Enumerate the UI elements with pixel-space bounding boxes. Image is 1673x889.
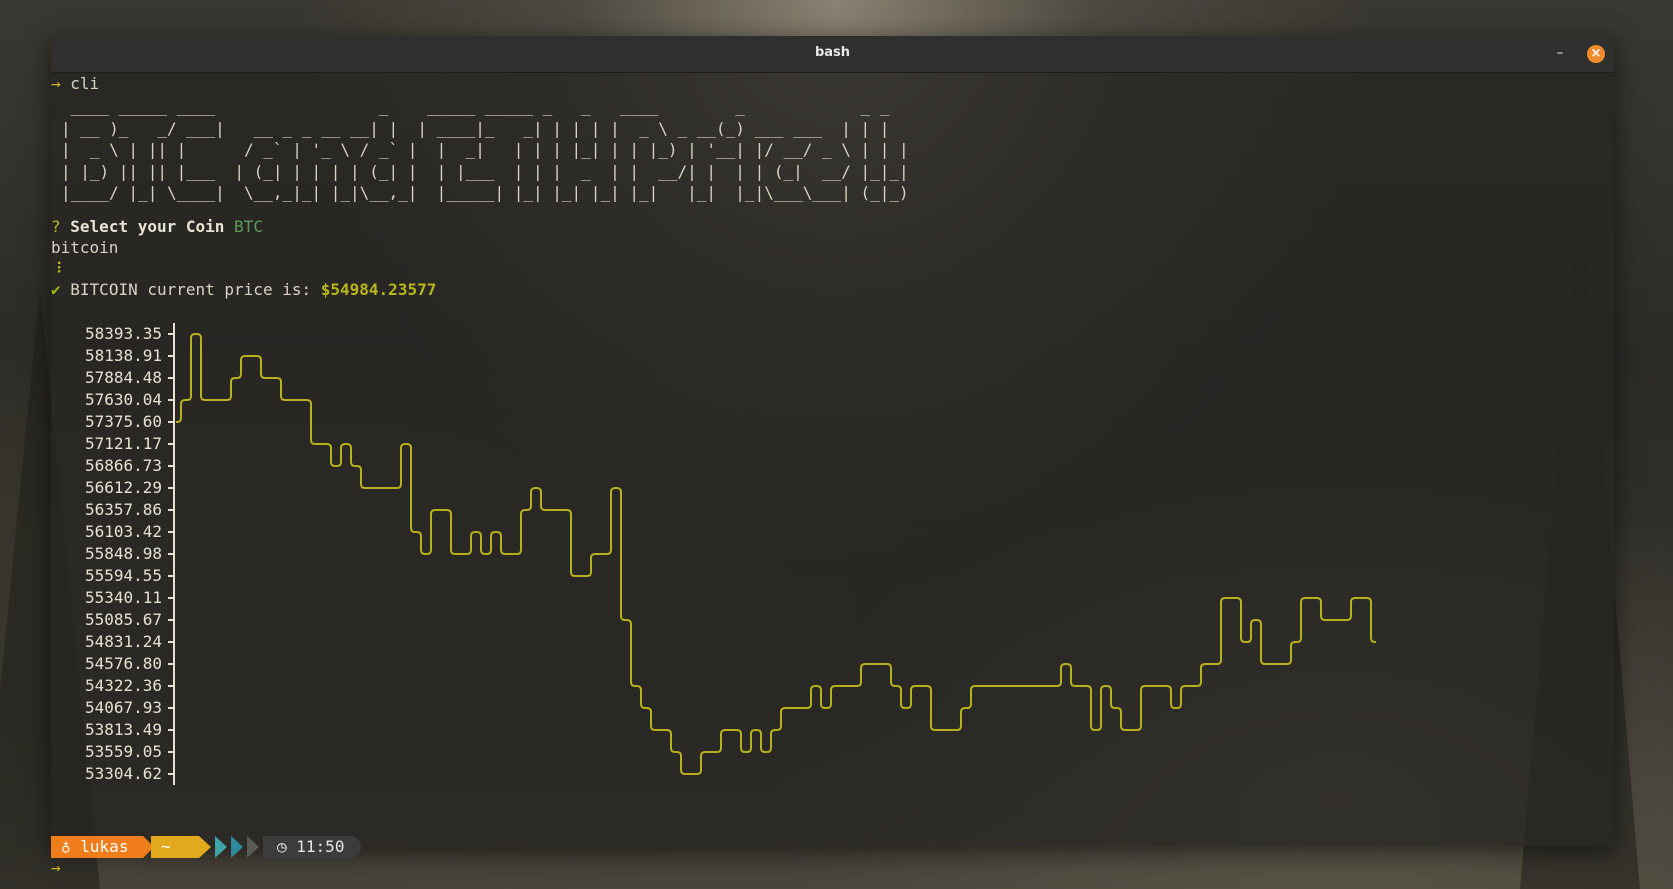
- y-tick-label: 56612.29: [85, 478, 162, 497]
- clock-time: 11:50: [296, 837, 345, 856]
- terminal-window: bash – × → cli ____ _____ ____ _ _____ _…: [51, 36, 1614, 877]
- directory-segment: ~: [151, 836, 199, 858]
- segment-chevron: [231, 836, 243, 858]
- y-tick-label: 56866.73: [85, 456, 162, 475]
- y-tick-label: 57121.17: [85, 434, 162, 453]
- y-tick-label: 54322.36: [85, 676, 162, 695]
- price-series-line: [176, 333, 1376, 775]
- y-tick-label: 56357.86: [85, 500, 162, 519]
- bottom-prompt-arrow-icon: →: [51, 858, 61, 877]
- y-tick-label: 53559.05: [85, 742, 162, 761]
- y-tick-label: 58393.35: [85, 324, 162, 343]
- username: lukas: [80, 837, 129, 856]
- y-tick-label: 54831.24: [85, 632, 162, 651]
- y-tick-label: 57630.04: [85, 390, 162, 409]
- y-tick-label: 53813.49: [85, 720, 162, 739]
- price-chart: 58393.35 58138.91 57884.48 57630.04 57375.60…: [85, 323, 1376, 785]
- y-tick-label: 53304.62: [85, 764, 162, 783]
- y-tick-label: 57375.60: [85, 412, 162, 431]
- y-tick-label: 55085.67: [85, 610, 162, 629]
- y-tick-label: 57884.48: [85, 368, 162, 387]
- minimize-button[interactable]: –: [1550, 44, 1570, 64]
- window-title: bash: [814, 45, 851, 60]
- segment-chevron: [215, 836, 227, 858]
- close-button[interactable]: ×: [1587, 45, 1605, 63]
- segment-chevron: [247, 836, 259, 858]
- y-tick-label: 55848.98: [85, 544, 162, 563]
- y-tick-label: 54067.93: [85, 698, 162, 717]
- y-tick-label: 54576.80: [85, 654, 162, 673]
- y-tick-label: 56103.42: [85, 522, 162, 541]
- title-bar[interactable]: bash – ×: [51, 36, 1614, 73]
- y-tick-label: 55594.55: [85, 566, 162, 585]
- clock-icon: ◷: [277, 837, 287, 856]
- y-tick-label: 58138.91: [85, 346, 162, 365]
- segment-chevron: [199, 836, 211, 858]
- linux-icon: ♁: [61, 837, 71, 856]
- time-segment: ◷ 11:50: [263, 836, 361, 858]
- terminal-content[interactable]: → cli ____ _____ ____ _ _____ _____ _ _ …: [51, 72, 1614, 877]
- y-tick-label: 55340.11: [85, 588, 162, 607]
- user-segment: ♁ lukas: [51, 836, 143, 858]
